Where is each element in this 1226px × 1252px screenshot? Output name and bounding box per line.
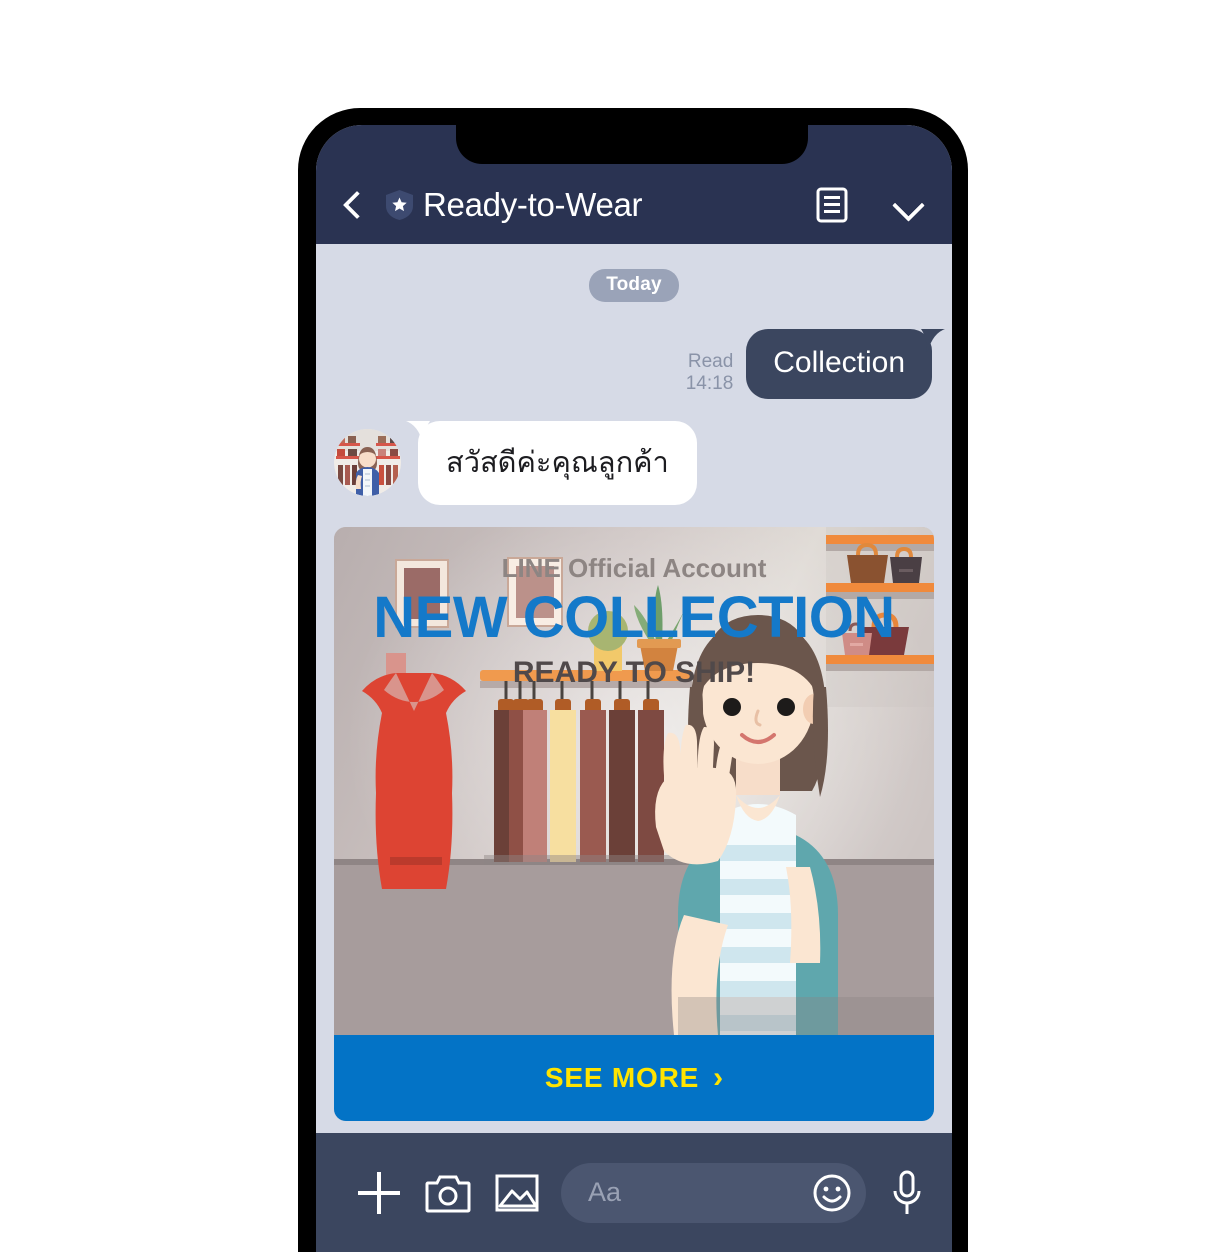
- phone-notch: [456, 108, 808, 164]
- read-status-label: Read: [687, 351, 734, 372]
- incoming-message-text: สวัสดีค่ะคุณลูกค้า: [446, 447, 669, 479]
- card-subhead-text: READY TO SHIP!: [513, 656, 755, 689]
- message-input-bar: Aa: [316, 1133, 952, 1252]
- shield-star-icon: [386, 190, 413, 220]
- page-title: Ready-to-Wear: [423, 186, 643, 223]
- chevron-down-icon[interactable]: [892, 194, 926, 216]
- shop-assistant-avatar[interactable]: [334, 429, 401, 496]
- camera-icon[interactable]: [425, 1173, 471, 1213]
- plus-icon[interactable]: [356, 1170, 402, 1216]
- screenshot-root: Ready-to-Wear Today Read 14:18 Collectio…: [0, 0, 1226, 1252]
- outgoing-message-row: Read 14:18 Collection: [316, 329, 952, 399]
- rich-message-card[interactable]: LINE Official Account NEW COLLECTION REA…: [334, 527, 934, 1121]
- see-more-label: SEE MORE: [544, 1062, 700, 1093]
- back-chevron-icon[interactable]: [338, 190, 368, 220]
- card-eyebrow-text: LINE Official Account: [502, 553, 767, 583]
- smiley-icon[interactable]: [812, 1173, 852, 1213]
- day-chip-label: Today: [589, 269, 679, 302]
- image-icon[interactable]: [495, 1173, 539, 1213]
- chevron-right-icon: ›: [713, 1061, 724, 1094]
- microphone-icon[interactable]: [890, 1170, 924, 1216]
- incoming-message-bubble[interactable]: สวัสดีค่ะคุณลูกค้า: [418, 421, 697, 505]
- message-input-field[interactable]: Aa: [561, 1162, 866, 1223]
- card-headline-text: NEW COLLECTION: [373, 585, 894, 650]
- outgoing-message-bubble[interactable]: Collection: [746, 329, 932, 399]
- outgoing-message-text: Collection: [773, 346, 905, 379]
- incoming-message-row: สวัสดีค่ะคุณลูกค้า: [316, 421, 952, 505]
- chat-message-list[interactable]: Today Read 14:18 Collection สวัสดีค่ะคุณ…: [316, 244, 952, 1133]
- message-input-placeholder: Aa: [588, 1177, 622, 1207]
- card-illustration: LINE Official Account NEW COLLECTION REA…: [334, 527, 934, 1035]
- shop-scene-illustration: LINE Official Account NEW COLLECTION REA…: [334, 527, 934, 1035]
- card-timestamp: 14:18: [316, 1121, 952, 1133]
- message-timestamp: 14:18: [685, 373, 734, 394]
- see-more-button[interactable]: SEE MORE ›: [334, 1035, 934, 1121]
- phone-screen: Ready-to-Wear Today Read 14:18 Collectio…: [316, 125, 952, 1252]
- note-icon[interactable]: [816, 187, 848, 223]
- message-status-block: Read 14:18: [686, 351, 734, 395]
- day-divider: Today: [316, 269, 952, 302]
